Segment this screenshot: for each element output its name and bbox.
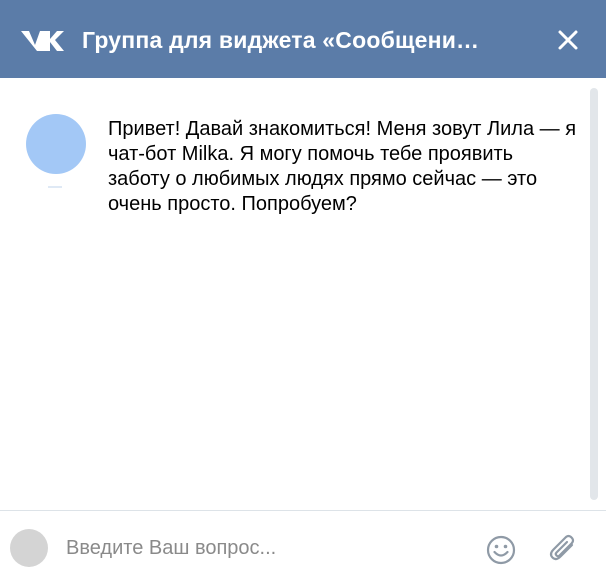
avatar-underline — [48, 186, 62, 188]
close-icon[interactable] — [552, 24, 584, 56]
scrollbar[interactable] — [590, 88, 600, 500]
user-avatar — [10, 529, 48, 567]
vk-logo-icon — [20, 28, 64, 54]
message-composer — [0, 510, 606, 583]
paperclip-icon[interactable] — [546, 531, 580, 567]
emoji-icon[interactable] — [484, 533, 518, 567]
widget-title: Группа для виджета «Сообщени… — [82, 27, 480, 53]
message-input[interactable] — [66, 531, 466, 565]
messages-widget: Группа для виджета «Сообщени… Привет! Да… — [0, 0, 606, 583]
scrollbar-thumb[interactable] — [590, 88, 598, 500]
widget-header: Группа для виджета «Сообщени… — [0, 0, 606, 78]
bot-avatar — [26, 114, 86, 174]
bot-message-text: Привет! Давай знакомиться! Меня зовут Ли… — [108, 118, 577, 215]
